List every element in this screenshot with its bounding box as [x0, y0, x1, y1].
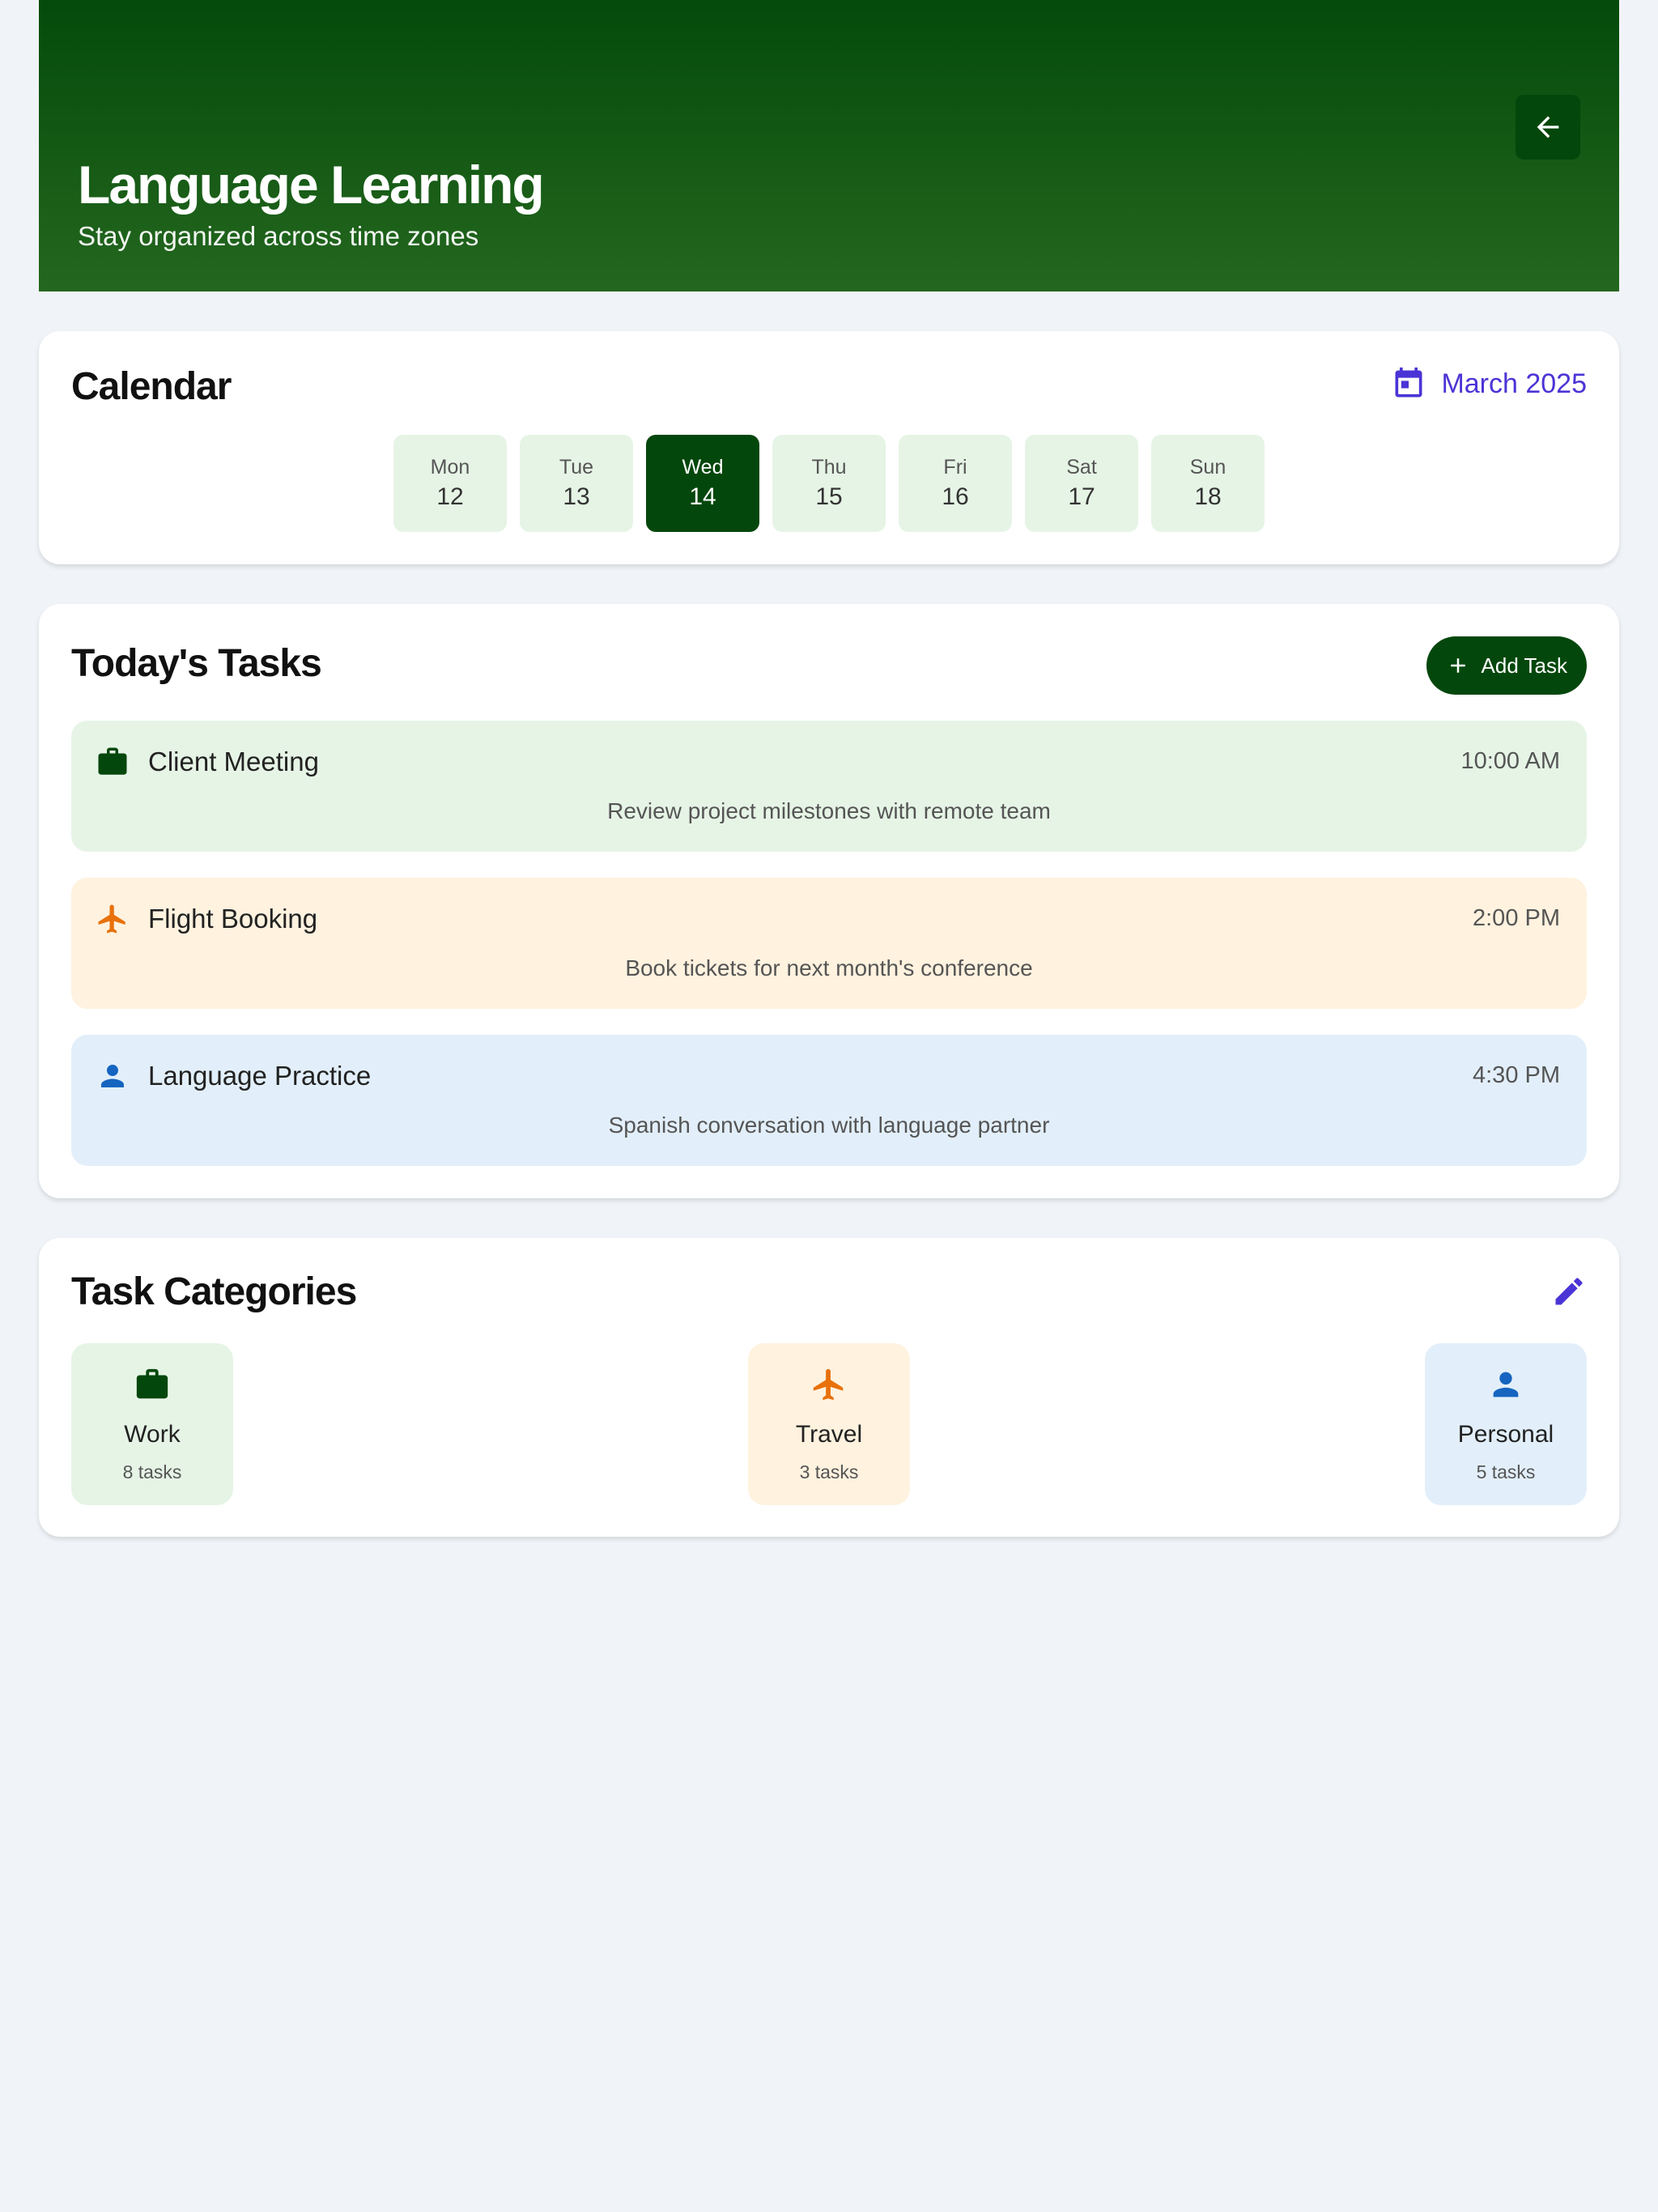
calendar-icon: [1395, 367, 1422, 398]
app: Language Learning Stay organized across …: [39, 0, 1619, 1537]
briefcase-icon: [98, 747, 127, 775]
category-work[interactable]: Work 8 tasks: [71, 1343, 233, 1505]
day-name: Thu: [811, 456, 847, 479]
task-item-language-practice[interactable]: Language Practice 4:30 PM Spanish conver…: [71, 1035, 1587, 1166]
day-name: Sun: [1189, 456, 1226, 479]
category-name: Travel: [795, 1421, 863, 1448]
add-task-button[interactable]: Add Task: [1426, 636, 1587, 695]
category-icon-wrap: [748, 1366, 910, 1403]
task-description: Review project milestones with remote te…: [607, 798, 1051, 823]
tasks-title: Today's Tasks: [71, 642, 322, 685]
briefcase-icon: [136, 1368, 168, 1399]
day-name: Fri: [943, 456, 967, 479]
plus-icon: [1450, 658, 1465, 673]
task-description: Book tickets for next month's conference: [625, 955, 1033, 981]
day-date: 14: [689, 483, 716, 510]
category-count: 5 tasks: [1476, 1461, 1536, 1482]
day-mon[interactable]: Mon 12: [393, 435, 507, 532]
day-wed-selected[interactable]: Wed 14: [646, 435, 759, 532]
task-name: Language Practice: [148, 1061, 372, 1091]
task-time: 10:00 AM: [1460, 748, 1560, 774]
categories-card: Task Categories Work 8 tasks Travel 3 ta…: [39, 1238, 1619, 1537]
day-fri[interactable]: Fri 16: [899, 435, 1012, 532]
person-icon: [1493, 1372, 1519, 1397]
task-item-flight-booking[interactable]: Flight Booking 2:00 PM Book tickets for …: [71, 878, 1587, 1009]
category-name: Personal: [1457, 1421, 1554, 1448]
arrow-left-icon: [1537, 116, 1559, 138]
day-date: 12: [436, 483, 464, 510]
task-time: 4:30 PM: [1473, 1062, 1560, 1088]
airplane-icon: [98, 904, 125, 934]
day-tue[interactable]: Tue 13: [520, 435, 633, 532]
category-count: 3 tasks: [799, 1461, 859, 1482]
task-description: Spanish conversation with language partn…: [608, 1112, 1050, 1138]
day-name: Wed: [682, 456, 724, 479]
category-count: 8 tasks: [122, 1461, 182, 1482]
day-date: 15: [815, 483, 843, 510]
day-sun[interactable]: Sun 18: [1151, 435, 1265, 532]
airplane-icon: [813, 1368, 844, 1401]
day-name: Tue: [559, 456, 594, 479]
page-title: Language Learning: [78, 155, 545, 215]
category-travel[interactable]: Travel 3 tasks: [748, 1343, 910, 1505]
category-personal[interactable]: Personal 5 tasks: [1425, 1343, 1587, 1505]
page-subtitle: Stay organized across time zones: [78, 221, 479, 251]
task-time: 2:00 PM: [1473, 905, 1560, 931]
month-selector[interactable]: March 2025: [1391, 366, 1587, 402]
day-date: 18: [1194, 483, 1222, 510]
categories-title: Task Categories: [71, 1270, 357, 1313]
day-name: Sat: [1066, 456, 1097, 479]
task-name: Flight Booking: [148, 904, 318, 934]
header-banner: Language Learning Stay organized across …: [39, 0, 1619, 291]
add-task-label: Add Task: [1481, 653, 1567, 678]
day-name: Mon: [430, 456, 470, 479]
day-date: 16: [942, 483, 969, 510]
task-item-client-meeting[interactable]: Client Meeting 10:00 AM Review project m…: [71, 721, 1587, 852]
day-date: 17: [1068, 483, 1095, 510]
back-button[interactable]: [1516, 95, 1580, 160]
task-name: Client Meeting: [148, 747, 319, 776]
week-strip: Mon 12 Tue 13 Wed 14 Thu 15 Fri 16 Sat 1…: [39, 435, 1619, 532]
day-thu[interactable]: Thu 15: [772, 435, 886, 532]
day-sat[interactable]: Sat 17: [1025, 435, 1138, 532]
pencil-icon[interactable]: [1551, 1274, 1587, 1309]
calendar-card: Calendar March 2025 Mon 12 Tue 13 Wed 14…: [39, 331, 1619, 564]
month-label: March 2025: [1441, 368, 1587, 399]
tasks-card: Today's Tasks Add Task Client Meeting 10…: [39, 604, 1619, 1198]
category-icon-wrap: [71, 1366, 233, 1403]
person-icon: [101, 1065, 124, 1087]
calendar-title: Calendar: [71, 365, 232, 408]
category-icon-wrap: [1425, 1366, 1587, 1403]
category-name: Work: [124, 1421, 181, 1448]
day-date: 13: [563, 483, 590, 510]
